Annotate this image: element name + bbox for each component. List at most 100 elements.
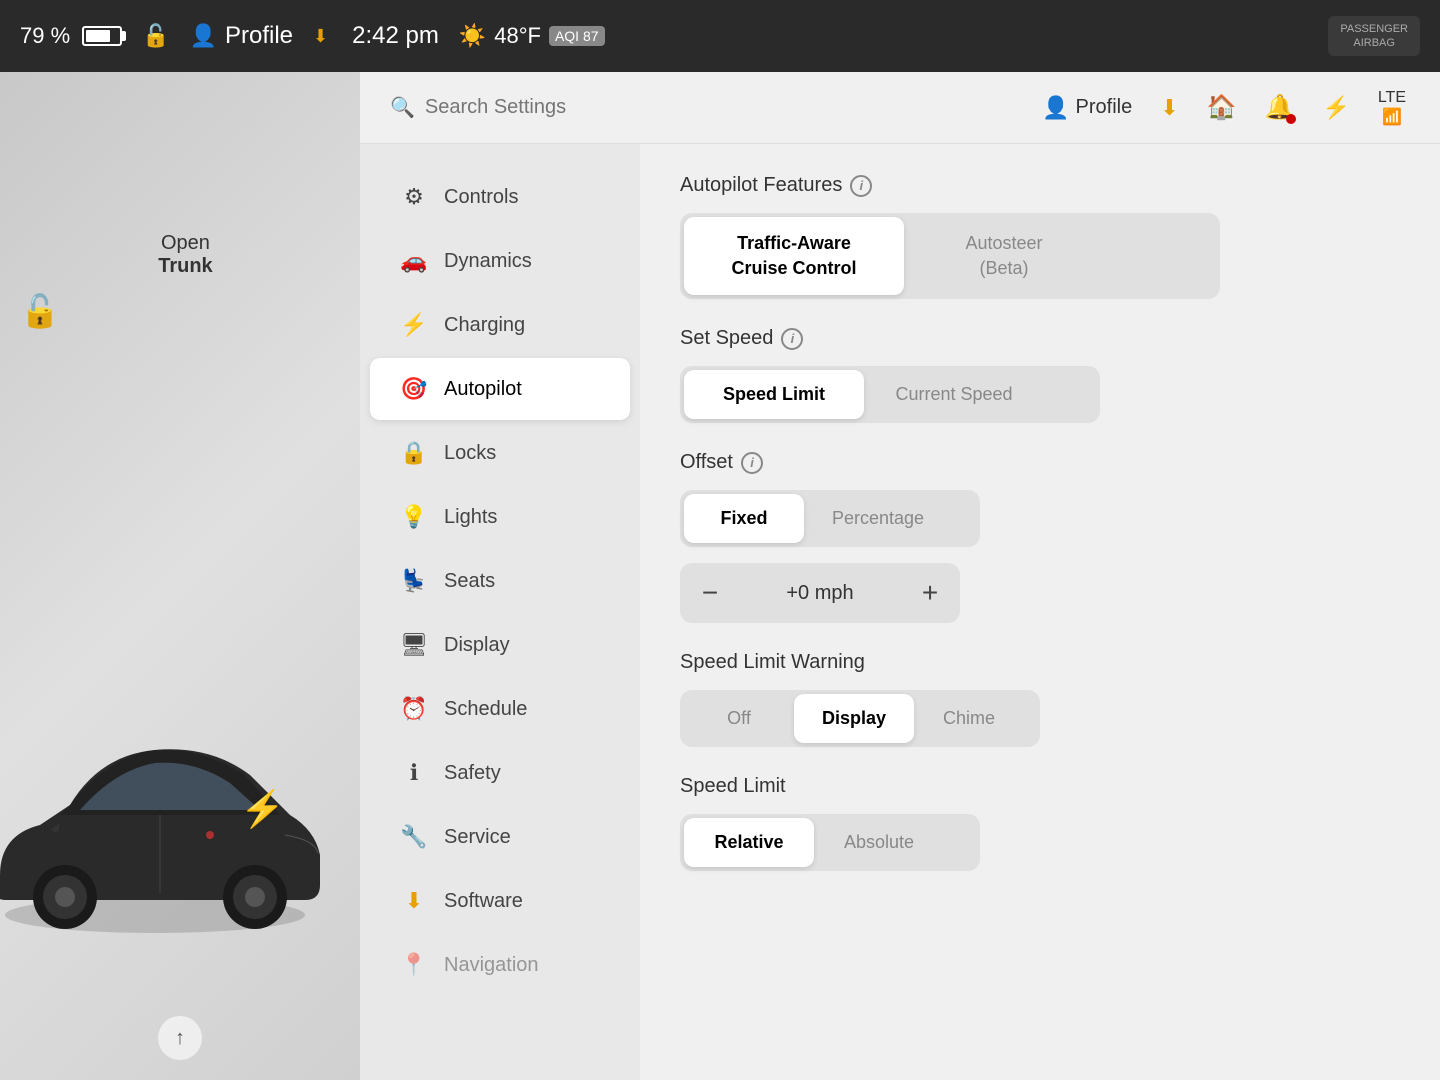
dynamics-label: Dynamics: [444, 250, 532, 273]
sidebar-item-schedule[interactable]: ⏰ Schedule: [370, 678, 630, 740]
download-icon-top: ⬇: [313, 26, 328, 47]
fixed-button[interactable]: Fixed: [684, 494, 804, 543]
status-bar: 79 % 🔓 👤 Profile ⬇ 2:42 pm ☀️ 48°F AQI 8…: [0, 0, 1440, 72]
top-icons: 👤 Profile ⬇ 🏠 🔔 ⚡ LTE📶: [1038, 85, 1410, 131]
scroll-up-button[interactable]: ↑: [158, 1016, 202, 1060]
speed-limit-heading: Speed Limit: [680, 775, 1400, 798]
sidebar-item-display[interactable]: 🖥 Display: [370, 614, 630, 676]
autopilot-features-toggle: Traffic-AwareCruise Control Autosteer(Be…: [680, 213, 1220, 299]
speed-limit-toggle: Relative Absolute: [680, 814, 980, 871]
offset-info-icon[interactable]: i: [741, 452, 763, 474]
sidebar-item-software[interactable]: ⬇ Software: [370, 870, 630, 932]
seats-icon: 💺: [400, 568, 428, 594]
profile-button[interactable]: 👤 Profile: [1038, 91, 1136, 125]
schedule-label: Schedule: [444, 698, 527, 721]
percentage-button[interactable]: Percentage: [804, 494, 952, 543]
speed-offset-control: − +0 mph +: [680, 563, 960, 623]
profile-label-top[interactable]: Profile: [225, 22, 293, 50]
sidebar-item-charging[interactable]: ⚡ Charging: [370, 294, 630, 356]
relative-button[interactable]: Relative: [684, 818, 814, 867]
profile-label: Profile: [1076, 96, 1133, 119]
traffic-aware-label: Traffic-AwareCruise Control: [731, 233, 856, 278]
time-display: 2:42 pm: [352, 22, 439, 50]
car-visual: Open Trunk 🔓: [0, 72, 360, 1080]
signal-button[interactable]: LTE📶: [1374, 85, 1410, 131]
speed-limit-warning-toggle: Off Display Chime: [680, 690, 1040, 747]
offset-heading: Offset i: [680, 451, 1400, 474]
autopilot-label: Autopilot: [444, 378, 522, 401]
sidebar-item-safety[interactable]: ℹ Safety: [370, 742, 630, 804]
locks-icon: 🔒: [400, 440, 428, 466]
charging-icon: ⚡: [400, 312, 428, 338]
sidebar-item-service[interactable]: 🔧 Service: [370, 806, 630, 868]
display-button[interactable]: Display: [794, 694, 914, 743]
speed-limit-title: Speed Limit: [680, 775, 786, 798]
profile-icon: 👤: [1042, 95, 1069, 121]
bluetooth-button[interactable]: ⚡: [1318, 91, 1353, 125]
open-trunk-label[interactable]: Open Trunk: [158, 232, 212, 278]
open-text: Open: [161, 232, 210, 254]
seats-label: Seats: [444, 570, 495, 593]
search-bar: 🔍 👤 Profile ⬇ 🏠 🔔 ⚡: [360, 72, 1440, 144]
sidebar-item-lights[interactable]: 💡 Lights: [370, 486, 630, 548]
bluetooth-icon: ⚡: [1322, 95, 1349, 121]
service-icon: 🔧: [400, 824, 428, 850]
signal-icon: LTE📶: [1378, 89, 1406, 127]
software-icon: ⬇: [400, 888, 428, 914]
battery-percentage: 79 %: [20, 23, 70, 49]
home-button[interactable]: 🏠: [1203, 89, 1241, 126]
autopilot-icon: 🎯: [400, 376, 428, 402]
speed-limit-button[interactable]: Speed Limit: [684, 370, 864, 419]
left-panel: Open Trunk 🔓: [0, 72, 360, 1080]
sidebar-nav: ⚙ Controls 🚗 Dynamics ⚡ Charging 🎯 Autop…: [360, 144, 640, 1080]
service-label: Service: [444, 826, 511, 849]
sidebar-item-locks[interactable]: 🔒 Locks: [370, 422, 630, 484]
autosteer-label: Autosteer(Beta): [965, 233, 1042, 278]
display-icon: 🖥: [400, 632, 428, 658]
search-icon: 🔍: [390, 95, 415, 120]
notification-dot: [1286, 114, 1296, 124]
lightning-icon: ⚡: [240, 788, 285, 830]
speed-limit-warning-title: Speed Limit Warning: [680, 651, 865, 674]
controls-icon: ⚙: [400, 184, 428, 210]
increase-speed-button[interactable]: +: [904, 567, 956, 619]
set-speed-heading: Set Speed i: [680, 327, 1400, 350]
download-button[interactable]: ⬇: [1156, 91, 1182, 125]
sidebar-item-seats[interactable]: 💺 Seats: [370, 550, 630, 612]
autopilot-features-info-icon[interactable]: i: [850, 175, 872, 197]
software-label: Software: [444, 890, 523, 913]
temperature-display: 48°F: [494, 23, 541, 49]
status-left: 79 % 🔓 👤 Profile ⬇ 2:42 pm ☀️ 48°F AQI 8…: [20, 22, 605, 50]
lock-icon: 🔓: [142, 23, 169, 49]
off-button[interactable]: Off: [684, 694, 794, 743]
autosteer-button[interactable]: Autosteer(Beta): [904, 217, 1104, 295]
settings-content: Autopilot Features i Traffic-AwareCruise…: [640, 144, 1440, 1080]
notification-button[interactable]: 🔔: [1261, 89, 1299, 126]
safety-icon: ℹ: [400, 760, 428, 786]
current-speed-button[interactable]: Current Speed: [864, 370, 1044, 419]
passenger-airbag: PASSENGERAIRBAG: [1328, 16, 1420, 57]
absolute-button[interactable]: Absolute: [814, 818, 944, 867]
decrease-speed-button[interactable]: −: [684, 567, 736, 619]
sidebar-item-navigation[interactable]: 📍 Navigation: [370, 934, 630, 996]
set-speed-info-icon[interactable]: i: [781, 328, 803, 350]
sidebar-item-controls[interactable]: ⚙ Controls: [370, 166, 630, 228]
lights-label: Lights: [444, 506, 497, 529]
profile-icon-top: 👤: [190, 23, 217, 49]
trunk-text: Trunk: [158, 255, 212, 278]
navigation-icon: 📍: [400, 952, 428, 978]
chime-button[interactable]: Chime: [914, 694, 1024, 743]
search-input[interactable]: [425, 96, 725, 119]
speed-offset-value: +0 mph: [736, 582, 904, 605]
offset-title: Offset: [680, 451, 733, 474]
sidebar-item-autopilot[interactable]: 🎯 Autopilot: [370, 358, 630, 420]
download-icon: ⬇: [1160, 95, 1178, 121]
car-image: [0, 675, 360, 960]
sidebar-item-dynamics[interactable]: 🚗 Dynamics: [370, 230, 630, 292]
autopilot-features-title: Autopilot Features: [680, 174, 842, 197]
lights-icon: 💡: [400, 504, 428, 530]
search-wrap: 🔍: [390, 95, 1018, 120]
locks-label: Locks: [444, 442, 496, 465]
traffic-aware-button[interactable]: Traffic-AwareCruise Control: [684, 217, 904, 295]
speed-limit-warning-heading: Speed Limit Warning: [680, 651, 1400, 674]
